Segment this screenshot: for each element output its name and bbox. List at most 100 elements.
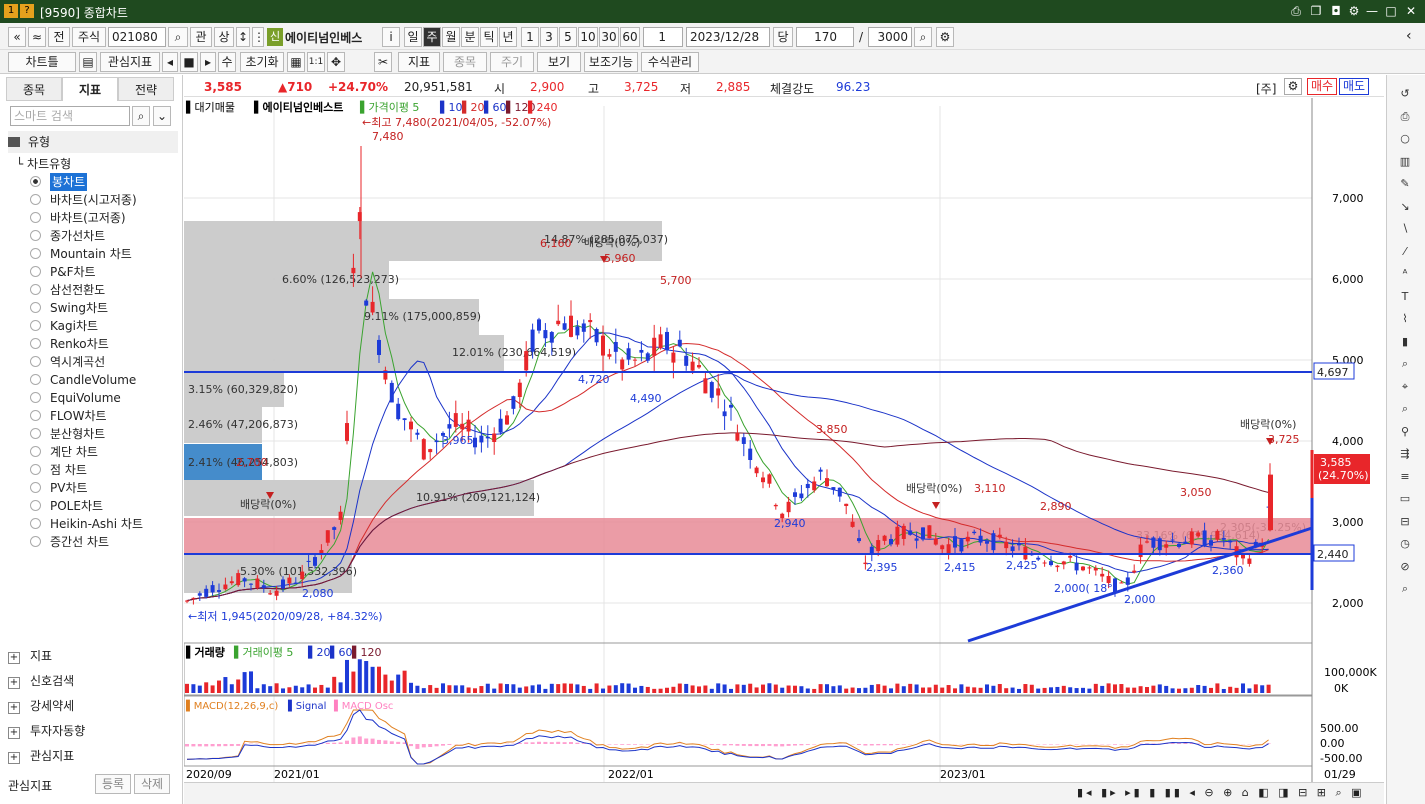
aux-button[interactable]: 보조기능 [584, 52, 638, 72]
undo-icon[interactable]: ↺ [1395, 85, 1415, 103]
radio-icon[interactable] [30, 536, 41, 547]
view-button[interactable]: 보기 [537, 52, 581, 72]
ratio-button[interactable]: 1:1 [307, 52, 325, 72]
cross-icon[interactable]: ✂ [374, 52, 392, 72]
unit-label[interactable]: [주] [1256, 80, 1276, 97]
capture-icon[interactable]: ◘ [1328, 3, 1344, 19]
text-icon[interactable]: T [1395, 288, 1415, 306]
prev-button[interactable]: « [8, 27, 26, 47]
radio-icon[interactable] [30, 428, 41, 439]
radio-icon[interactable] [30, 392, 41, 403]
section-watch[interactable]: + 관심지표 [8, 745, 178, 767]
up-button[interactable]: ≈ [28, 27, 46, 47]
grid-icon[interactable]: ▦ [287, 52, 305, 72]
radio-icon[interactable] [30, 500, 41, 511]
formula-button[interactable]: 수식관리 [641, 52, 699, 72]
radio-icon[interactable] [30, 374, 41, 385]
radio-icon[interactable] [30, 338, 41, 349]
stop-icon[interactable]: ■ [180, 52, 198, 72]
section-strength[interactable]: + 강세약세 [8, 695, 178, 717]
period-week[interactable]: 주 [423, 27, 441, 47]
clock-icon[interactable]: ◷ [1395, 535, 1415, 553]
bars-icon[interactable]: ▮ [1395, 333, 1415, 351]
tab-strategy[interactable]: 전략 [118, 77, 174, 101]
gwan-button[interactable]: 관 [190, 27, 212, 47]
num-10[interactable]: 10 [578, 27, 598, 47]
radio-icon[interactable] [30, 176, 41, 187]
chart-frame-button[interactable]: 차트틀 [8, 52, 76, 72]
pencil-icon[interactable]: ✎ [1395, 175, 1415, 193]
radio-icon[interactable] [30, 212, 41, 223]
delete-button[interactable]: 삭제 [134, 774, 170, 794]
watch-indicator-button[interactable]: 관심지표 [100, 52, 160, 72]
radio-icon[interactable] [30, 482, 41, 493]
indicator-button[interactable]: 지표 [398, 52, 440, 72]
list-icon[interactable]: ⋮ [252, 27, 264, 47]
collapse-chevron-icon[interactable]: ‹ [1406, 28, 1412, 44]
print-icon[interactable]: ⎙ [1395, 108, 1415, 126]
dang-button[interactable]: 당 [773, 27, 793, 47]
search-icon[interactable]: ⌕ [132, 106, 150, 126]
grid-lines-icon[interactable]: ≡ [1395, 468, 1415, 486]
count-select[interactable]: 1 [643, 27, 683, 47]
rect-icon[interactable]: ▭ [1395, 490, 1415, 508]
radio-icon[interactable] [30, 302, 41, 313]
right-arrow-icon[interactable]: ▸ [200, 52, 216, 72]
zoom-icon[interactable]: ⌕ [1395, 355, 1415, 373]
radio-icon[interactable] [30, 320, 41, 331]
zoom-icon[interactable]: ⌕ [914, 27, 932, 47]
radio-icon[interactable] [30, 194, 41, 205]
auto-icon[interactable]: ᴬ [1395, 265, 1415, 283]
su-button[interactable]: 수 [218, 52, 236, 72]
section-investor[interactable]: + 투자자동향 [8, 720, 178, 742]
jongmok-button[interactable]: 종목 [443, 52, 487, 72]
code-input[interactable]: 021080 [108, 27, 166, 47]
jeon-button[interactable]: 전 [48, 27, 70, 47]
num-30[interactable]: 30 [599, 27, 619, 47]
section-signal-search[interactable]: + 신호검색 [8, 670, 178, 692]
tab-stocks[interactable]: 종목 [6, 77, 62, 101]
radio-icon[interactable] [30, 230, 41, 241]
num-1[interactable]: 1 [521, 27, 539, 47]
num-60[interactable]: 60 [620, 27, 640, 47]
period-day[interactable]: 일 [404, 27, 422, 47]
crosshair-icon[interactable]: ✥ [327, 52, 345, 72]
radio-icon[interactable] [30, 266, 41, 277]
circle-icon[interactable]: ○ [1395, 130, 1415, 148]
type-select[interactable]: 주식 [72, 27, 106, 47]
nav-controls[interactable]: ▮◂ ▮▸ ▸▮ ▮ ▮▮ ◂ ⊖ ⊕ ⌂ ◧ ◨ ⊟ ⊞ ⌕ ▣ [1077, 786, 1365, 800]
period-tick[interactable]: 틱 [480, 27, 498, 47]
num-3[interactable]: 3 [540, 27, 558, 47]
help-icon[interactable]: ? [20, 4, 34, 18]
date-input[interactable]: 2023/12/28 [686, 27, 770, 47]
target-icon[interactable]: ⌖ [1395, 378, 1415, 396]
total-input[interactable]: 3000 [868, 27, 912, 47]
arrow-icon[interactable]: ↘ [1395, 198, 1415, 216]
buy-button[interactable]: 매수 [1307, 78, 1338, 95]
left-arrow-icon[interactable]: ◂ [162, 52, 178, 72]
magnify-icon[interactable]: ⌕ [1395, 580, 1415, 598]
register-button[interactable]: 등록 [95, 774, 131, 794]
slash-icon[interactable]: ⁄ [1395, 243, 1415, 261]
bar-chart-icon[interactable]: ▥ [1395, 153, 1415, 171]
copy-icon[interactable]: ❐ [1308, 3, 1324, 19]
section-type[interactable]: 유형 [8, 131, 178, 153]
find-icon[interactable]: ⌕ [1395, 400, 1415, 418]
number-1-icon[interactable]: 1 [4, 4, 18, 18]
radio-icon[interactable] [30, 356, 41, 367]
jugi-button[interactable]: 주기 [490, 52, 534, 72]
gear-icon[interactable]: ⚙ [936, 27, 954, 47]
pin-icon[interactable]: ⚲ [1395, 423, 1415, 441]
minimize-icon[interactable]: — [1364, 3, 1380, 19]
reset-button[interactable]: 초기화 [240, 52, 284, 72]
sell-button[interactable]: 매도 [1339, 78, 1370, 95]
section-indicators[interactable]: + 지표 [8, 645, 178, 667]
settings-icon[interactable]: ⚙ [1346, 3, 1362, 19]
smart-search-input[interactable]: 스마트 검색 [10, 106, 130, 126]
box-icon[interactable]: ⊟ [1395, 513, 1415, 531]
line-icon[interactable]: ∖ [1395, 220, 1415, 238]
erase-icon[interactable]: ⊘ [1395, 558, 1415, 576]
fib-icon[interactable]: ⌇ [1395, 310, 1415, 328]
radio-icon[interactable] [30, 446, 41, 457]
stepper-icon[interactable]: ↕ [236, 27, 250, 47]
